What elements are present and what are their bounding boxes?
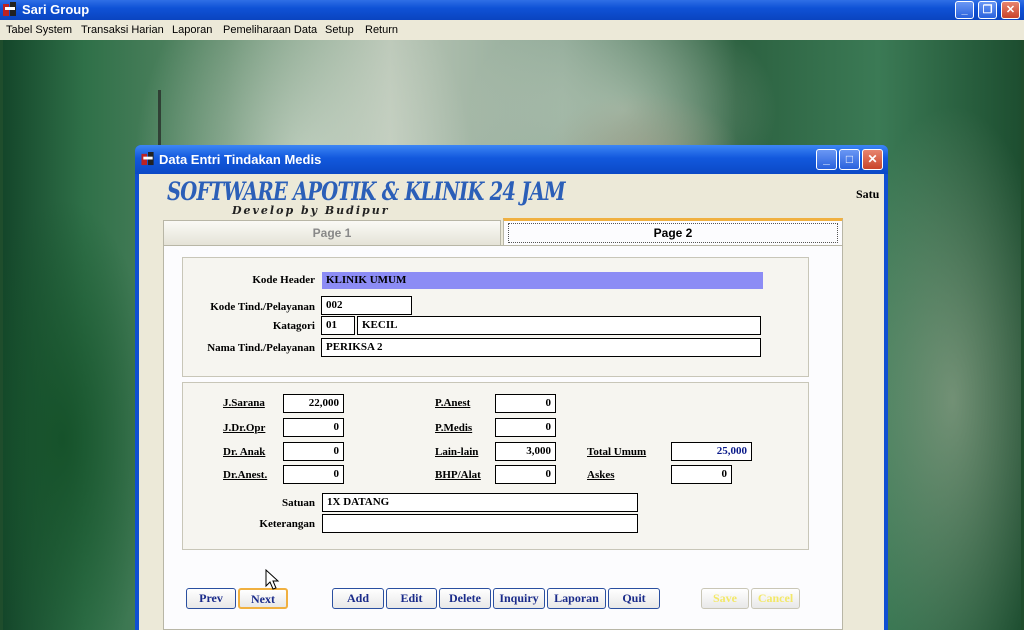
bhp-alat-field[interactable]: 0 <box>495 465 556 484</box>
total-umum-field[interactable]: 25,000 <box>671 442 752 461</box>
clipped-satuan-label: Satu <box>856 187 880 201</box>
child-close-button[interactable]: ✕ <box>862 149 883 170</box>
prev-button[interactable]: Prev <box>186 588 236 609</box>
add-button[interactable]: Add <box>332 588 384 609</box>
nama-tind-field[interactable]: PERIKSA 2 <box>321 338 761 357</box>
header-group: Kode Header KLINIK UMUM Kode Tind./Pelay… <box>182 257 809 377</box>
next-button[interactable]: Next <box>238 588 288 609</box>
lain-lain-field[interactable]: 3,000 <box>495 442 556 461</box>
minimize-button[interactable]: _ <box>955 1 974 19</box>
tab-focus-rect <box>508 223 838 243</box>
child-app-icon <box>141 152 154 166</box>
tab-page-2[interactable]: Page 2 <box>503 218 843 246</box>
katagori-code-field[interactable]: 01 <box>321 316 355 335</box>
delete-button[interactable]: Delete <box>439 588 491 609</box>
mouse-cursor-icon <box>265 569 280 590</box>
main-window-title: Sari Group <box>22 2 90 17</box>
keterangan-label: Keterangan <box>259 518 315 530</box>
child-body: SOFTWARE APOTIK & KLINIK 24 JAM Develop … <box>139 174 884 630</box>
keterangan-field[interactable] <box>322 514 638 533</box>
nama-tind-label: Nama Tind./Pelayanan <box>207 342 315 354</box>
j-sarana-field[interactable]: 22,000 <box>283 394 344 413</box>
kode-tind-field[interactable]: 002 <box>321 296 412 315</box>
katagori-label: Katagori <box>272 320 315 332</box>
p-medis-field[interactable]: 0 <box>495 418 556 437</box>
j-sarana-label: J.Sarana <box>223 397 265 409</box>
dr-anak-field[interactable]: 0 <box>283 442 344 461</box>
menu-pemeliharaan-data[interactable]: Pemeliharaan Data <box>223 23 317 37</box>
dr-anest-label: Dr.Anest. <box>223 469 268 481</box>
cancel-button[interactable]: Cancel <box>751 588 800 609</box>
dr-anest-field[interactable]: 0 <box>283 465 344 484</box>
j-dr-opr-field[interactable]: 0 <box>283 418 344 437</box>
menu-setup[interactable]: Setup <box>325 23 354 37</box>
edit-button[interactable]: Edit <box>386 588 437 609</box>
menu-tabel-system[interactable]: Tabel System <box>6 23 72 37</box>
child-title-bar: Data Entri Tindakan Medis _ □ ✕ <box>135 145 888 174</box>
p-anest-label: P.Anest <box>435 397 471 409</box>
total-umum-label: Total Umum <box>587 446 647 458</box>
save-button[interactable]: Save <box>701 588 749 609</box>
logo-subtitle: Develop by Budipur <box>232 204 390 217</box>
kode-tind-label: Kode Tind./Pelayanan <box>210 301 315 313</box>
bhp-alat-label: BHP/Alat <box>435 469 481 481</box>
katagori-name-field[interactable]: KECIL <box>357 316 761 335</box>
child-maximize-button[interactable]: □ <box>839 149 860 170</box>
lain-lain-label: Lain-lain <box>435 446 479 458</box>
menu-return[interactable]: Return <box>365 23 398 37</box>
satuan-field[interactable]: 1X DATANG <box>322 493 638 512</box>
tab-page-1[interactable]: Page 1 <box>163 220 501 246</box>
app-icon <box>3 2 16 16</box>
dr-anak-label: Dr. Anak <box>223 446 266 458</box>
menu-bar: Tabel System Transaksi Harian Laporan Pe… <box>0 20 1024 40</box>
askes-label: Askes <box>587 469 615 481</box>
laporan-button[interactable]: Laporan <box>547 588 606 609</box>
menu-transaksi-harian[interactable]: Transaksi Harian <box>81 23 164 37</box>
j-dr-opr-label: J.Dr.Opr <box>223 422 266 434</box>
menu-laporan[interactable]: Laporan <box>172 23 212 37</box>
kode-header-field[interactable]: KLINIK UMUM <box>322 272 763 289</box>
quit-button[interactable]: Quit <box>608 588 660 609</box>
cost-group: J.Sarana 22,000 J.Dr.Opr 0 Dr. Anak 0 Dr… <box>182 382 809 550</box>
p-medis-label: P.Medis <box>435 422 473 434</box>
child-minimize-button[interactable]: _ <box>816 149 837 170</box>
maximize-button[interactable]: ❐ <box>978 1 997 19</box>
child-window-title: Data Entri Tindakan Medis <box>159 152 322 167</box>
close-button[interactable]: ✕ <box>1001 1 1020 19</box>
p-anest-field[interactable]: 0 <box>495 394 556 413</box>
main-title-bar: Sari Group _ ❐ ✕ <box>0 0 1024 20</box>
kode-header-label: Kode Header <box>252 274 315 286</box>
satuan-label: Satuan <box>281 497 315 509</box>
data-entri-window: Data Entri Tindakan Medis _ □ ✕ SOFTWARE… <box>135 145 888 630</box>
software-logo: SOFTWARE APOTIK & KLINIK 24 JAM <box>167 177 566 206</box>
inquiry-button[interactable]: Inquiry <box>493 588 545 609</box>
askes-field[interactable]: 0 <box>671 465 732 484</box>
